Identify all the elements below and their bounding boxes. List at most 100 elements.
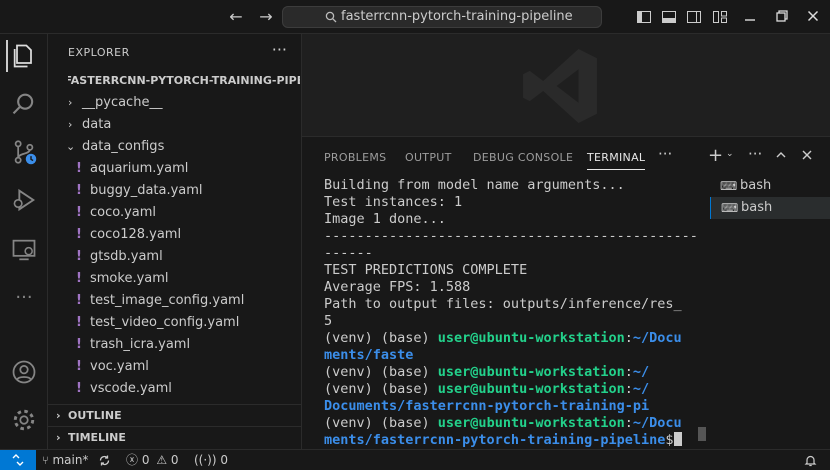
tab-problems[interactable]: PROBLEMS [324, 151, 386, 164]
terminal-tab-label: bash [740, 178, 772, 193]
toggle-secondary-sidebar-icon[interactable] [686, 9, 702, 25]
tab-output[interactable]: OUTPUT [405, 151, 452, 164]
customize-layout-icon[interactable] [712, 9, 728, 25]
tree-file-aquarium[interactable]: ! aquarium.yaml [48, 158, 302, 180]
remote-explorer-icon[interactable] [8, 234, 40, 266]
notifications-bell-icon[interactable] [804, 450, 817, 470]
tree-file-smoke[interactable]: ! smoke.yaml [48, 268, 302, 290]
terminal-scrollbar[interactable] [698, 427, 706, 441]
ports-status[interactable]: ((·)) 0 [194, 450, 228, 470]
source-control-icon[interactable] [8, 136, 40, 168]
panel: PROBLEMS OUTPUT DEBUG CONSOLE TERMINAL ·… [302, 136, 830, 449]
ports-count: 0 [220, 453, 229, 467]
vscode-logo-watermark [523, 49, 597, 123]
activity-bar: ··· [0, 34, 48, 449]
command-center-search[interactable]: fasterrcnn-pytorch-training-pipeline [282, 6, 602, 28]
broadcast-icon: ((·)) [194, 453, 217, 467]
toggle-panel-icon[interactable] [661, 9, 677, 25]
tree-item-label: voc.yaml [90, 359, 149, 374]
tree-file-vscode[interactable]: ! vscode.yaml [48, 378, 302, 400]
tree-file-trash-icra[interactable]: ! trash_icra.yaml [48, 334, 302, 356]
terminal-cursor [673, 432, 682, 446]
error-count: 0 [141, 453, 150, 467]
terminal-line: Image 1 done... [324, 211, 446, 227]
terminal-list: ⌨ bash ⌨ bash [710, 175, 830, 219]
terminal-line: 5 [324, 313, 333, 329]
tree-folder-pycache[interactable]: › __pycache__ [48, 92, 302, 114]
timeline-label: TIMELINE [68, 431, 126, 444]
git-branch-icon: ⑂ [42, 454, 49, 467]
outline-section[interactable]: › OUTLINE [48, 404, 302, 426]
tree-file-gtsdb[interactable]: ! gtsdb.yaml [48, 246, 302, 268]
title-bar: ← → fasterrcnn-pytorch-training-pipeline [0, 0, 830, 34]
toggle-primary-sidebar-icon[interactable] [636, 9, 652, 25]
tree-file-test-image-config[interactable]: ! test_image_config.yaml [48, 290, 302, 312]
tab-debug-console[interactable]: DEBUG CONSOLE [473, 151, 573, 164]
problems-status[interactable]: ⓧ 0 ⚠ 0 [126, 450, 179, 470]
tree-item-label: trash_icra.yaml [90, 337, 191, 352]
run-and-debug-icon[interactable] [8, 184, 40, 216]
workspace-root-label: FASTERRCNN-PYTORCH-TRAINING-PIPELI... [68, 74, 300, 87]
terminal-prompt-line: ments/faste [324, 347, 414, 363]
chevron-right-icon: › [56, 409, 61, 422]
tree-item-label: smoke.yaml [90, 271, 169, 286]
tree-file-test-video-config[interactable]: ! test_video_config.yaml [48, 312, 302, 334]
editor-area[interactable] [302, 34, 830, 136]
tree-file-coco[interactable]: ! coco.yaml [48, 202, 302, 224]
tree-item-label: vscode.yaml [90, 381, 172, 396]
more-actions-icon[interactable]: ··· [748, 145, 762, 163]
tree-item-label: data [82, 117, 112, 132]
chevron-down-icon[interactable]: ⌄ [726, 149, 734, 159]
tree-item-label: gtsdb.yaml [90, 249, 163, 264]
terminal-prompt-line: (venv) (base) user@ubuntu-workstation:~/ [324, 364, 650, 380]
arrow-left-icon[interactable]: ← [226, 7, 246, 27]
terminal-prompt-line: ments/fasterrcnn-pytorch-training-pipeli… [324, 432, 696, 449]
explorer-icon[interactable] [6, 40, 38, 72]
outline-label: OUTLINE [68, 409, 122, 422]
manage-gear-icon[interactable] [8, 404, 40, 436]
terminal-line: TEST PREDICTIONS COMPLETE [324, 262, 528, 278]
error-icon: ⓧ [126, 453, 139, 467]
sync-icon[interactable] [98, 450, 111, 470]
search-icon[interactable] [8, 88, 40, 120]
warning-count: 0 [170, 453, 179, 467]
tab-terminal[interactable]: TERMINAL [587, 151, 646, 170]
workspace-root-folder[interactable]: ▾FASTERRCNN-PYTORCH-TRAINING-PIPELI... [68, 74, 300, 87]
terminal-prompt-line: Documents/fasterrcnn-pytorch-training-pi [324, 398, 650, 414]
restore-button[interactable] [771, 5, 793, 27]
tree-item-label: test_video_config.yaml [90, 315, 240, 330]
explorer-title: EXPLORER [68, 46, 130, 59]
status-bar: ⑂ main* ⓧ 0 ⚠ 0 ((·)) 0 [0, 449, 830, 470]
tree-item-label: __pycache__ [82, 95, 163, 110]
panel-tabs-more[interactable]: ··· [658, 145, 672, 163]
timeline-section[interactable]: › TIMELINE [48, 426, 302, 448]
tree-item-label: data_configs [82, 139, 165, 154]
terminal-line: ----------------------------------------… [324, 228, 696, 244]
terminal-tab-bash-2[interactable]: ⌨ bash [710, 197, 830, 219]
tree-folder-data-configs[interactable]: ⌄ data_configs [48, 136, 302, 158]
warning-icon: ⚠ [156, 453, 168, 467]
close-panel-icon[interactable] [801, 147, 813, 165]
minimize-button[interactable] [739, 5, 761, 27]
yaml-file-icon: ! [76, 315, 82, 330]
yaml-file-icon: ! [76, 337, 82, 352]
tree-file-buggy-data[interactable]: ! buggy_data.yaml [48, 180, 302, 202]
tree-folder-data[interactable]: › data [48, 114, 302, 136]
branch-status[interactable]: ⑂ main* [42, 450, 88, 470]
accounts-icon[interactable] [8, 356, 40, 388]
tree-file-coco128[interactable]: ! coco128.yaml [48, 224, 302, 246]
explorer-more-actions[interactable]: ··· [272, 40, 287, 59]
remote-icon [12, 454, 24, 466]
explorer-sidebar: EXPLORER ··· ▾FASTERRCNN-PYTORCH-TRAININ… [48, 34, 302, 449]
new-terminal-plus-icon[interactable]: + [708, 145, 723, 166]
tree-item-label: buggy_data.yaml [90, 183, 203, 198]
tree-file-voc[interactable]: ! voc.yaml [48, 356, 302, 378]
chevron-down-icon: ⌄ [66, 140, 76, 153]
more-views-icon[interactable]: ··· [8, 284, 40, 316]
terminal-output[interactable]: Building from model name arguments... Tes… [324, 177, 696, 449]
terminal-tab-bash-1[interactable]: ⌨ bash [710, 175, 830, 197]
arrow-right-icon[interactable]: → [256, 7, 276, 27]
close-window-button[interactable] [802, 5, 824, 27]
maximize-panel-icon[interactable] [775, 147, 787, 165]
remote-indicator[interactable] [0, 450, 36, 470]
